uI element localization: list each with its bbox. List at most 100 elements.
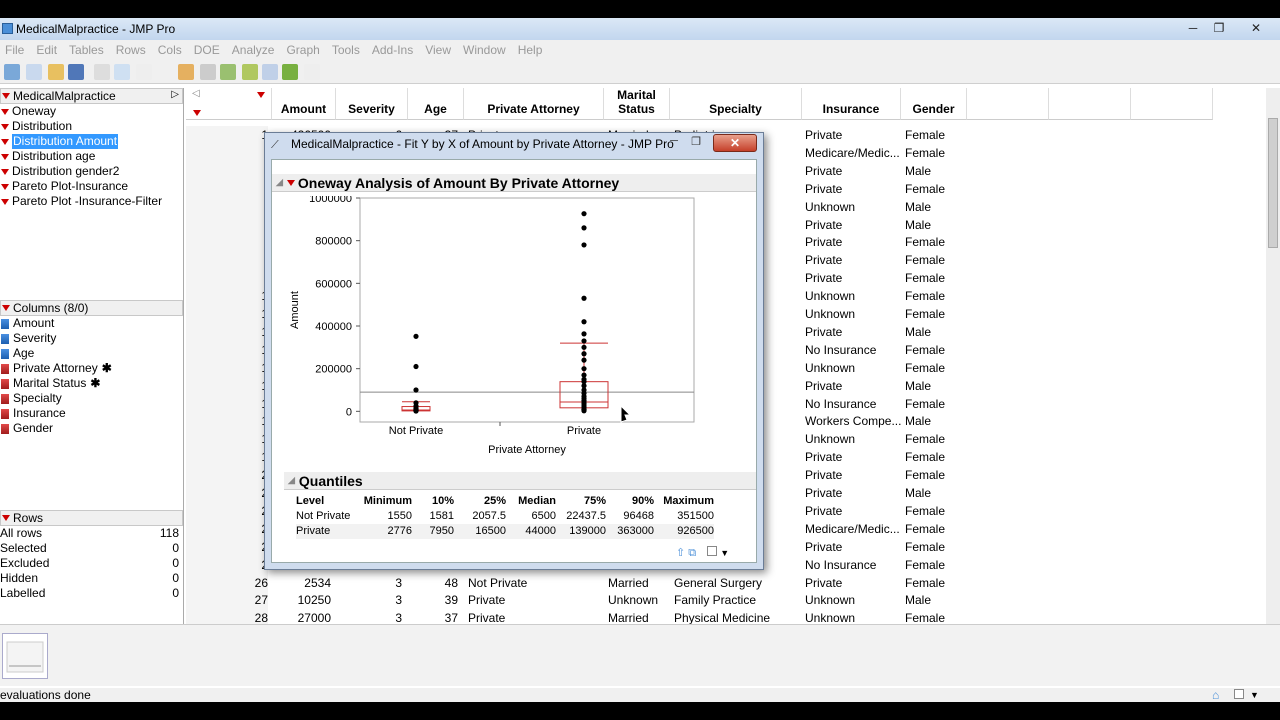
menu-rows[interactable]: Rows: [111, 43, 153, 57]
cell-gender[interactable]: Female: [905, 538, 967, 556]
cell-attorney[interactable]: Not Private: [468, 574, 604, 592]
save-icon[interactable]: [68, 64, 84, 80]
cell-gender[interactable]: Female: [905, 448, 967, 466]
cell-insurance[interactable]: Unknown: [805, 359, 901, 377]
table-name-header[interactable]: MedicalMalpractice ▷: [0, 88, 183, 104]
cell-marital[interactable]: Married: [608, 574, 670, 592]
cell-insurance[interactable]: Private: [805, 162, 901, 180]
row-number[interactable]: 1: [186, 430, 268, 449]
column-header-private-attorney[interactable]: Private Attorney: [464, 88, 604, 120]
cell-gender[interactable]: Male: [905, 591, 967, 609]
red-triangle-icon[interactable]: [1, 183, 9, 190]
column-header-specialty[interactable]: Specialty: [670, 88, 802, 120]
row-number[interactable]: 2: [186, 519, 268, 538]
collapse-arrow-icon[interactable]: ▷: [171, 89, 179, 100]
cell-insurance[interactable]: No Insurance: [805, 556, 901, 574]
column-header-age[interactable]: Age: [408, 88, 464, 120]
cell-insurance[interactable]: Private: [805, 466, 901, 484]
row-number[interactable]: 1: [186, 287, 268, 306]
cell-gender[interactable]: Female: [905, 251, 967, 269]
cell-gender[interactable]: Female: [905, 574, 967, 592]
cell-insurance[interactable]: No Insurance: [805, 341, 901, 359]
cell-insurance[interactable]: Unknown: [805, 198, 901, 216]
menu-help[interactable]: Help: [513, 43, 550, 57]
row-number[interactable]: [186, 161, 268, 180]
dropdown-arrow-icon[interactable]: ▼: [720, 548, 729, 558]
data-table-icon[interactable]: [178, 64, 194, 80]
row-number[interactable]: 1: [186, 412, 268, 431]
quantiles-section-header[interactable]: ◢ Quantiles: [284, 472, 756, 490]
table-script-item[interactable]: Distribution: [0, 119, 183, 134]
cell-insurance[interactable]: Private: [805, 126, 901, 144]
copy-icon[interactable]: [114, 64, 130, 80]
table-script-item[interactable]: Distribution gender2: [0, 164, 183, 179]
menu-window[interactable]: Window: [458, 43, 513, 57]
report-thumbnail[interactable]: [2, 633, 48, 679]
red-triangle-icon[interactable]: [2, 93, 10, 99]
report-minimize-button[interactable]: ─: [663, 135, 685, 151]
red-triangle-icon[interactable]: [2, 515, 10, 521]
open-folder-icon[interactable]: [48, 64, 64, 80]
grid-corner[interactable]: ◁: [186, 88, 272, 120]
window-icon[interactable]: [1234, 689, 1244, 699]
home-icon[interactable]: ⌂: [1212, 688, 1219, 702]
table-script-item[interactable]: Oneway: [0, 104, 183, 119]
cell-age[interactable]: 48: [408, 574, 458, 592]
menu-analyze[interactable]: Analyze: [227, 43, 282, 57]
column-item[interactable]: Private Attorney ✱: [0, 361, 183, 376]
cell-insurance[interactable]: Private: [805, 448, 901, 466]
red-triangle-icon[interactable]: [1, 168, 9, 175]
column-item[interactable]: Amount: [0, 316, 183, 331]
row-number[interactable]: [186, 179, 268, 198]
cell-insurance[interactable]: Private: [805, 502, 901, 520]
menu-addins[interactable]: Add-Ins: [367, 43, 420, 57]
cell-gender[interactable]: Female: [905, 502, 967, 520]
cell-gender[interactable]: Female: [905, 287, 967, 305]
row-number[interactable]: [186, 143, 268, 162]
cell-insurance[interactable]: Unknown: [805, 591, 901, 609]
report-close-button[interactable]: ✕: [713, 134, 757, 152]
cell-insurance[interactable]: No Insurance: [805, 395, 901, 413]
column-header-severity[interactable]: Severity: [336, 88, 408, 120]
cut-icon[interactable]: [94, 64, 110, 80]
cell-severity[interactable]: 3: [336, 574, 402, 592]
scroll-thumb[interactable]: [1268, 118, 1278, 248]
cell-insurance[interactable]: Unknown: [805, 305, 901, 323]
copy-report-icon[interactable]: ⧉: [688, 547, 696, 559]
empty-column-header[interactable]: [967, 88, 1049, 120]
menu-view[interactable]: View: [420, 43, 458, 57]
menu-graph[interactable]: Graph: [281, 43, 326, 57]
restore-button[interactable]: ❐: [1206, 18, 1232, 38]
columns-header[interactable]: Columns (8/0): [0, 300, 183, 316]
cell-marital[interactable]: Unknown: [608, 591, 670, 609]
empty-column-header[interactable]: [1131, 88, 1213, 120]
menu-tools[interactable]: Tools: [327, 43, 367, 57]
grid-vertical-scrollbar[interactable]: [1266, 88, 1280, 642]
close-button[interactable]: ✕: [1232, 18, 1280, 38]
cell-insurance[interactable]: Private: [805, 216, 901, 234]
cell-insurance[interactable]: Private: [805, 484, 901, 502]
cell-insurance[interactable]: Unknown: [805, 430, 901, 448]
cell-specialty[interactable]: General Surgery: [674, 574, 802, 592]
column-item[interactable]: Gender: [0, 421, 183, 436]
cell-specialty[interactable]: Family Practice: [674, 591, 802, 609]
empty-column-header[interactable]: [1049, 88, 1131, 120]
fit-y-by-x-icon[interactable]: [262, 64, 278, 80]
cell-insurance[interactable]: Workers Compe...: [805, 412, 901, 430]
table-row[interactable]: 27 10250 3 39 Private Unknown Family Practice U…: [186, 591, 1266, 610]
cell-amount[interactable]: 10250: [272, 591, 331, 609]
row-number[interactable]: 26: [186, 573, 268, 592]
column-header-gender[interactable]: Gender: [901, 88, 967, 120]
cell-gender[interactable]: Male: [905, 162, 967, 180]
cell-gender[interactable]: Female: [905, 126, 967, 144]
column-header-marital-status[interactable]: Marital Status: [604, 88, 670, 120]
cell-insurance[interactable]: Private: [805, 377, 901, 395]
new-script-icon[interactable]: [26, 64, 42, 80]
minimize-button[interactable]: ─: [1180, 18, 1206, 38]
cell-gender[interactable]: Male: [905, 377, 967, 395]
cell-insurance[interactable]: Private: [805, 180, 901, 198]
row-number[interactable]: 27: [186, 591, 268, 610]
menu-cols[interactable]: Cols: [153, 43, 189, 57]
cell-gender[interactable]: Male: [905, 484, 967, 502]
red-triangle-icon[interactable]: [1, 153, 9, 160]
